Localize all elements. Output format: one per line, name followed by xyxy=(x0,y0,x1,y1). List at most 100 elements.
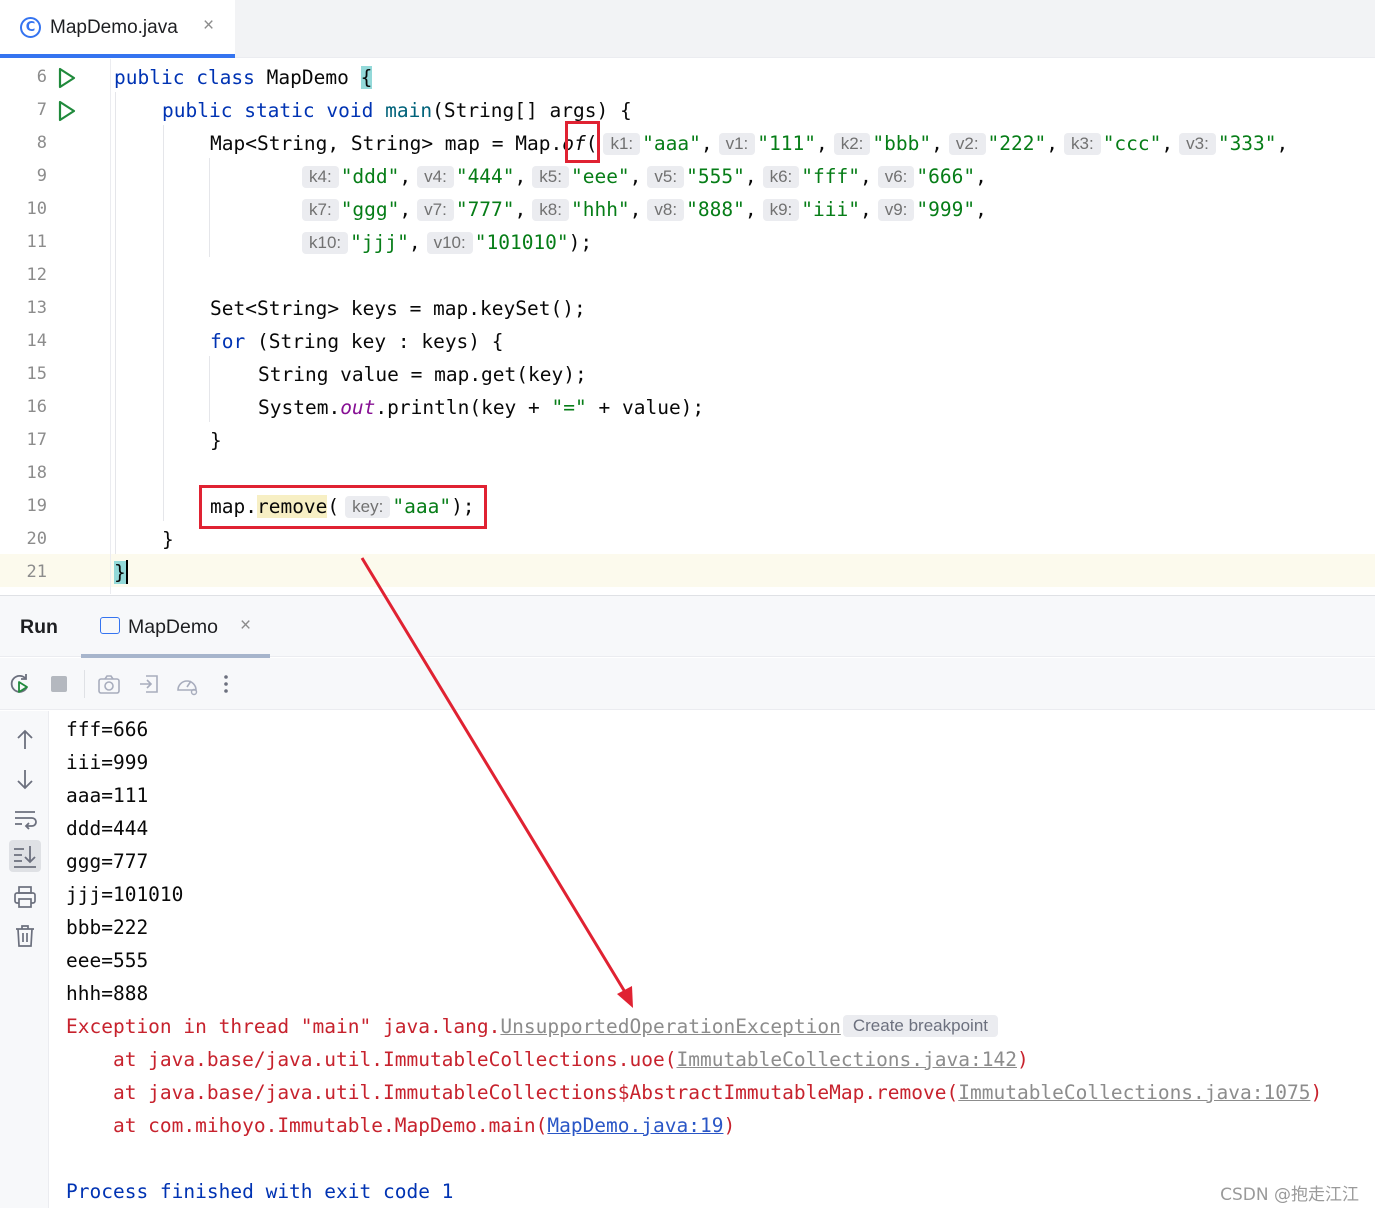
class-name: MapDemo xyxy=(266,66,349,89)
code-text: (String[] xyxy=(432,99,550,122)
code-text: + value); xyxy=(586,396,705,419)
stack-frame-link[interactable]: ImmutableCollections.java:1075 xyxy=(958,1081,1310,1104)
stack-frame-text: at java.base/java.util.ImmutableCollecti… xyxy=(66,1081,959,1104)
code-line-11: 11 k10: "jjj", v10: "101010"); xyxy=(0,226,1375,259)
punctuation: , xyxy=(975,198,987,221)
code-line-21: 21 } xyxy=(0,556,1375,589)
parameter-hint: k2: xyxy=(833,133,871,155)
punctuation: , xyxy=(744,165,757,188)
punctuation: , xyxy=(1046,132,1058,155)
line-number: 6 xyxy=(36,67,47,87)
code-text: (String key : keys) { xyxy=(245,330,504,353)
parameter-hint: k3: xyxy=(1064,133,1101,155)
stack-frame: at com.mihoyo.Immutable.MapDemo.main(Map… xyxy=(66,1109,735,1142)
more-icon[interactable] xyxy=(214,672,238,696)
watermark: CSDN @抱走江江 xyxy=(1220,1185,1359,1205)
string-literal: "fff" xyxy=(801,165,860,188)
line-number: 7 xyxy=(36,100,47,120)
console-line: hhh=888 xyxy=(66,982,149,1005)
dump-threads-icon[interactable] xyxy=(175,672,199,696)
code-text: Set<String> keys = map.keySet(); xyxy=(210,297,586,320)
punctuation: , xyxy=(859,198,872,221)
parameter-hint: k6: xyxy=(762,166,800,188)
run-gutter-icon[interactable] xyxy=(57,67,77,89)
parameter-hint: k4: xyxy=(302,166,339,188)
code-line-9: 9 k4: "ddd", v4: "444", k5: "eee", v5: "555", k6… xyxy=(0,160,1375,193)
scroll-to-end-icon xyxy=(14,846,36,868)
text-caret xyxy=(125,560,128,584)
java-class-icon: C xyxy=(20,17,41,38)
matched-brace: } xyxy=(114,561,126,584)
stack-frame-link[interactable]: MapDemo.java:19 xyxy=(547,1114,723,1137)
down-arrow-icon[interactable] xyxy=(12,766,38,792)
punctuation: , xyxy=(629,198,642,221)
parameter-hint: v1: xyxy=(718,133,756,155)
camera-icon[interactable] xyxy=(97,672,121,696)
code-line-14: 14 for (String key : keys) { xyxy=(0,325,1375,358)
editor-tab-title: MapDemo.java xyxy=(50,17,178,38)
string-literal: "jjj" xyxy=(350,231,409,254)
line-number: 16 xyxy=(26,397,47,417)
string-literal: "eee" xyxy=(570,165,630,188)
run-tab-mapdemo[interactable]: MapDemo × xyxy=(81,596,270,658)
stack-frame: at java.base/java.util.ImmutableCollecti… xyxy=(66,1076,1322,1109)
exception-prefix: Exception in thread "main" java.lang. xyxy=(66,1015,501,1038)
punctuation: , xyxy=(1276,132,1289,155)
punctuation: , xyxy=(514,198,527,221)
create-breakpoint-hint[interactable]: Create breakpoint xyxy=(842,1015,998,1037)
parameter-hint: v3: xyxy=(1179,133,1216,155)
run-gutter-icon[interactable] xyxy=(57,100,77,122)
stack-frame-end: ) xyxy=(723,1114,736,1137)
punctuation: , xyxy=(399,198,412,221)
punctuation: , xyxy=(744,198,757,221)
string-literal: "ddd" xyxy=(340,165,400,188)
scroll-to-end-toggle[interactable] xyxy=(9,840,41,872)
stack-frame-text: at java.base/java.util.ImmutableCollecti… xyxy=(66,1048,677,1071)
parameter-hint: v6: xyxy=(877,166,915,188)
close-icon[interactable]: × xyxy=(203,15,214,37)
run-tool-window-header: Run MapDemo × xyxy=(0,595,1375,658)
annotation-box-of xyxy=(565,121,600,163)
print-icon[interactable] xyxy=(12,884,38,910)
parameter-hint: k10: xyxy=(302,232,349,254)
stack-frame: at java.base/java.util.ImmutableCollecti… xyxy=(66,1043,1029,1076)
string-literal: "ggg" xyxy=(340,198,400,221)
line-number: 12 xyxy=(26,265,47,285)
soft-wrap-icon[interactable] xyxy=(12,806,38,832)
trash-icon[interactable] xyxy=(12,923,38,949)
exception-class-link[interactable]: UnsupportedOperationException xyxy=(500,1015,840,1038)
code-line-8: 8 Map<String, String> map = Map.of(k1: "a… xyxy=(0,127,1375,160)
code-editor[interactable]: 6 public class MapDemo { 7 public static… xyxy=(0,59,1375,594)
code-text: String value = map.get(key); xyxy=(258,363,587,386)
line-number: 15 xyxy=(26,364,47,384)
punctuation: , xyxy=(1161,132,1174,155)
parameter-hint: v2: xyxy=(948,133,986,155)
line-number: 14 xyxy=(26,331,47,351)
string-literal: "111" xyxy=(757,132,816,155)
line-number: 19 xyxy=(26,496,47,516)
restore-layout-icon[interactable] xyxy=(137,672,161,696)
rerun-icon[interactable] xyxy=(8,672,32,696)
string-literal: "888" xyxy=(686,198,745,221)
code-line-6: 6 public class MapDemo { xyxy=(0,61,1375,94)
parameter-hint: k9: xyxy=(762,199,800,221)
active-tab-indicator xyxy=(0,54,235,58)
keyword: void xyxy=(326,99,374,122)
code-line-7: 7 public static void main(String[] args)… xyxy=(0,94,1375,127)
console-output[interactable]: fff=666 iii=999 aaa=111 ddd=444 ggg=777 … xyxy=(50,711,1375,1208)
up-arrow-icon[interactable] xyxy=(12,727,38,753)
parameter-hint: k5: xyxy=(532,166,569,188)
stack-frame-link[interactable]: ImmutableCollections.java:142 xyxy=(676,1048,1016,1071)
parameter-hint: v10: xyxy=(426,232,473,254)
punctuation: , xyxy=(859,165,872,188)
code-text: Map<String, String> map = Map. xyxy=(210,132,563,155)
punctuation: , xyxy=(408,231,421,254)
string-literal: "ccc" xyxy=(1102,132,1162,155)
editor-tab-mapdemo-java[interactable]: C MapDemo.java × xyxy=(0,0,235,58)
stop-icon[interactable] xyxy=(47,672,71,696)
run-tab-title: MapDemo xyxy=(128,616,218,638)
close-icon[interactable]: × xyxy=(240,615,251,637)
run-window-title: Run xyxy=(20,616,58,638)
console-line: bbb=222 xyxy=(66,916,149,939)
stack-frame-end: ) xyxy=(1310,1081,1323,1104)
